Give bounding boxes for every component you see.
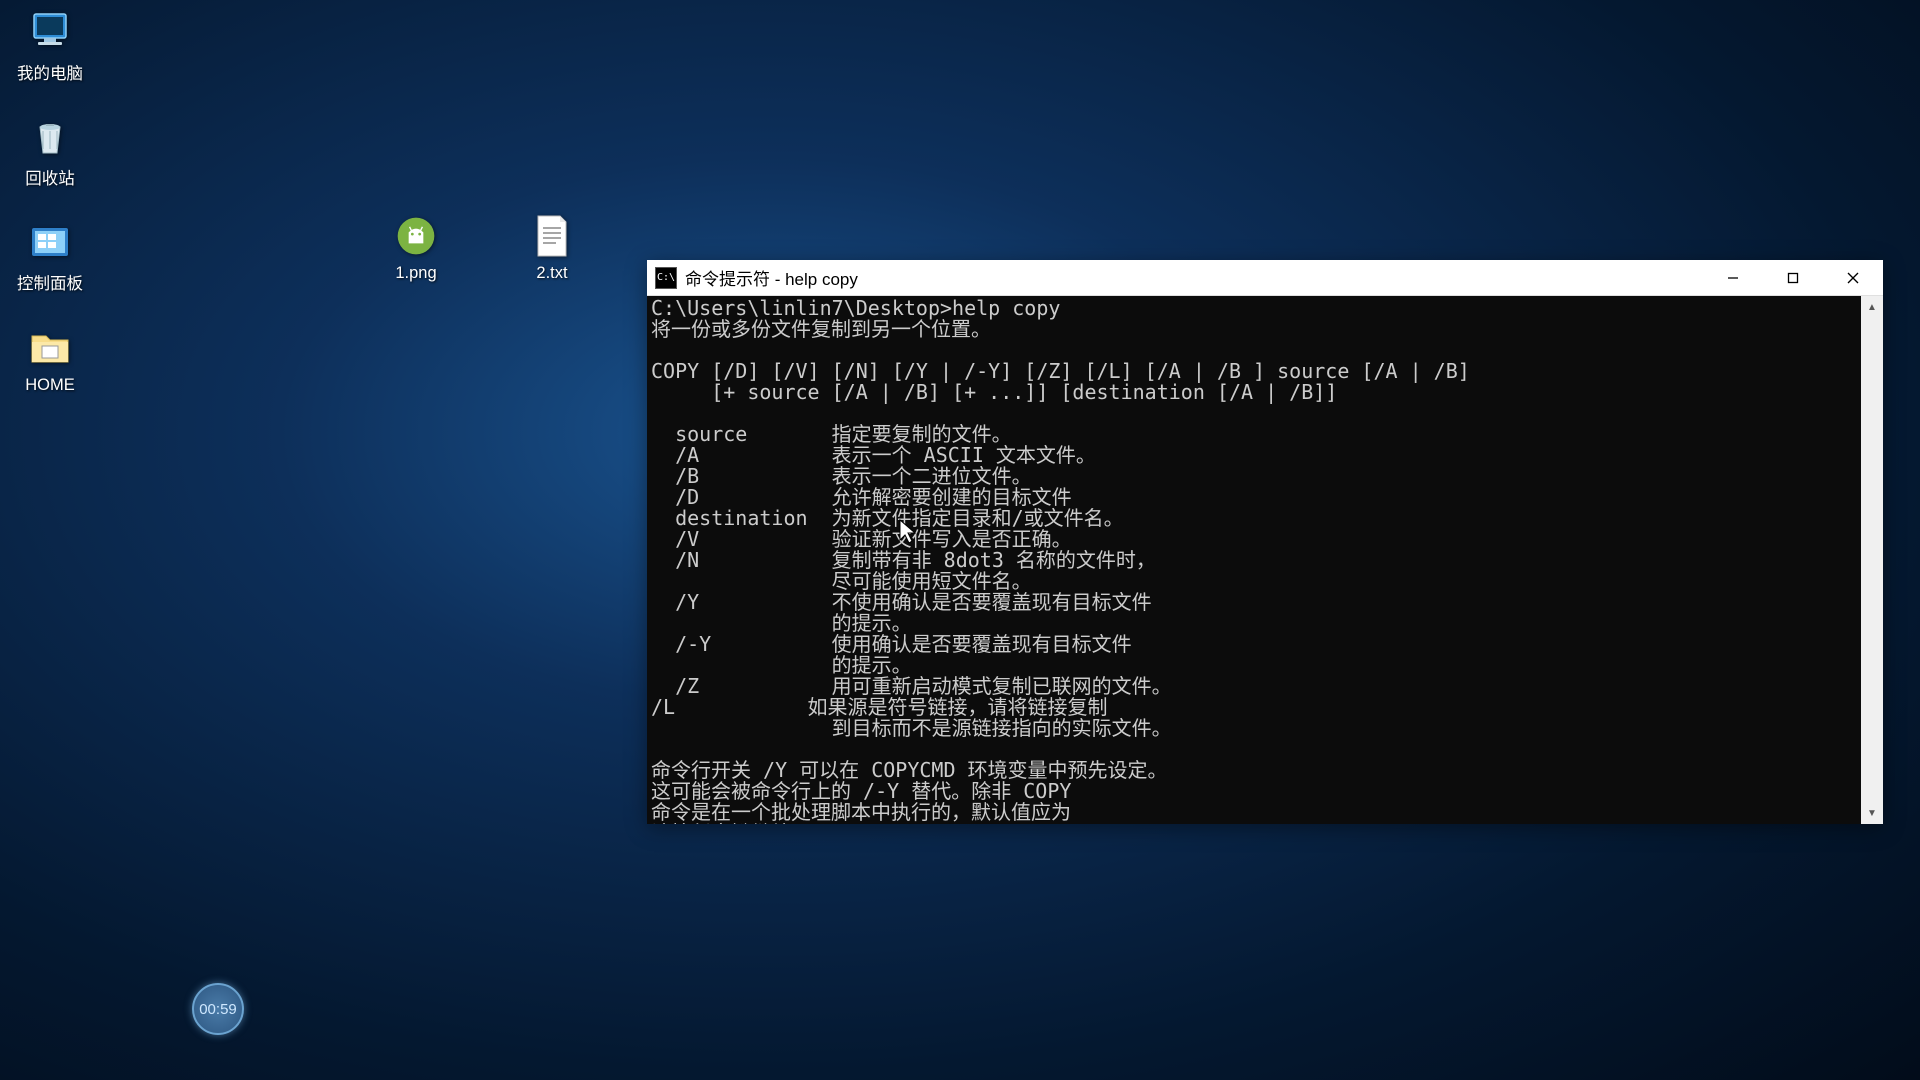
desktop-icon-recycle-bin[interactable]: 回收站	[0, 113, 100, 189]
scrollbar[interactable]: ▲ ▼	[1861, 296, 1883, 824]
terminal-output[interactable]: C:\Users\linlin7\Desktop>help copy 将一份或多…	[647, 296, 1883, 824]
icon-label: HOME	[25, 376, 75, 395]
clock-time: 00:59	[199, 1001, 237, 1018]
recycle-bin-icon	[26, 113, 74, 161]
close-button[interactable]	[1823, 260, 1883, 295]
computer-icon	[26, 8, 74, 56]
cmd-icon: C:\	[655, 267, 677, 289]
scroll-up-icon[interactable]: ▲	[1861, 296, 1883, 318]
icon-label: 回收站	[25, 165, 75, 189]
icon-label: 2.txt	[536, 264, 567, 283]
scroll-down-icon[interactable]: ▼	[1861, 802, 1883, 824]
title-bar[interactable]: C:\ 命令提示符 - help copy	[647, 260, 1883, 296]
maximize-button[interactable]	[1763, 260, 1823, 295]
desktop-icon-home[interactable]: HOME	[0, 324, 100, 395]
scroll-track[interactable]	[1861, 318, 1883, 802]
desktop-icon-my-computer[interactable]: 我的电脑	[0, 8, 100, 84]
icon-label: 1.png	[395, 264, 436, 283]
desktop-file-1-png[interactable]: 1.png	[366, 212, 466, 283]
desktop-icon-control-panel[interactable]: 控制面板	[0, 218, 100, 294]
icon-label: 我的电脑	[17, 60, 83, 84]
window-title: 命令提示符 - help copy	[685, 265, 1703, 290]
window-controls	[1703, 260, 1883, 295]
folder-icon	[26, 324, 74, 372]
desktop-file-2-txt[interactable]: 2.txt	[502, 212, 602, 283]
android-icon	[392, 212, 440, 260]
control-panel-icon	[26, 218, 74, 266]
icon-label: 控制面板	[17, 270, 83, 294]
cmd-window[interactable]: C:\ 命令提示符 - help copy C:\Users\linlin7\D…	[647, 260, 1883, 824]
minimize-button[interactable]	[1703, 260, 1763, 295]
clock-widget[interactable]: 00:59	[192, 983, 244, 1035]
text-file-icon	[528, 212, 576, 260]
